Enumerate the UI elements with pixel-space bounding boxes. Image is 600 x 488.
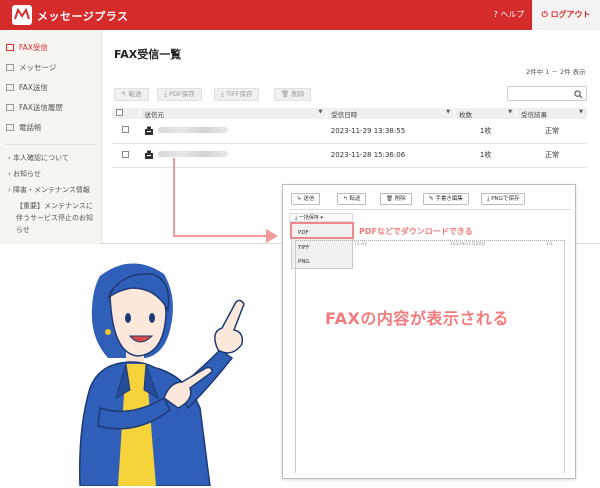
pdf-option-highlight	[290, 222, 354, 239]
png-save-button[interactable]: ⤓ PNGで保存	[481, 193, 526, 205]
fax-header-page: 1/1	[546, 241, 554, 246]
toolbar-divider	[289, 209, 571, 210]
fax-viewer: ↳ 送信 ↰ 転送 🗑 削除 ✎ 手書き編集 ⤓ PNGで保存 ⤓ 一括保存 ▾…	[282, 184, 576, 479]
delete-button[interactable]: 🗑 削除	[380, 193, 412, 205]
fax-page-preview: 13:43 2023年11月29日 1/1	[295, 240, 565, 473]
annotation-content: FAXの内容が表示される	[325, 309, 509, 328]
fax-header-date: 2023年11月29日	[450, 241, 486, 246]
button-label: 手書き編集	[435, 196, 463, 202]
bulk-save-dropdown[interactable]: ⤓ 一括保存 ▾	[289, 213, 353, 222]
send-button[interactable]: ↳ 送信	[291, 193, 321, 205]
annotation-download: PDFなどでダウンロードできる	[359, 227, 473, 236]
button-label: 転送	[349, 196, 361, 202]
dropdown-label: 一括保存	[298, 215, 319, 221]
fax-header-time: 13:43	[354, 241, 368, 246]
forward-button[interactable]: ↰ 転送	[337, 193, 367, 205]
chevron-down-icon: ▾	[320, 215, 323, 221]
woman-pointing-illustration	[78, 263, 245, 486]
button-label: 削除	[394, 196, 406, 202]
handwrite-edit-button[interactable]: ✎ 手書き編集	[423, 193, 469, 205]
button-label: 送信	[303, 196, 315, 202]
button-label: PNGで保存	[491, 196, 520, 202]
